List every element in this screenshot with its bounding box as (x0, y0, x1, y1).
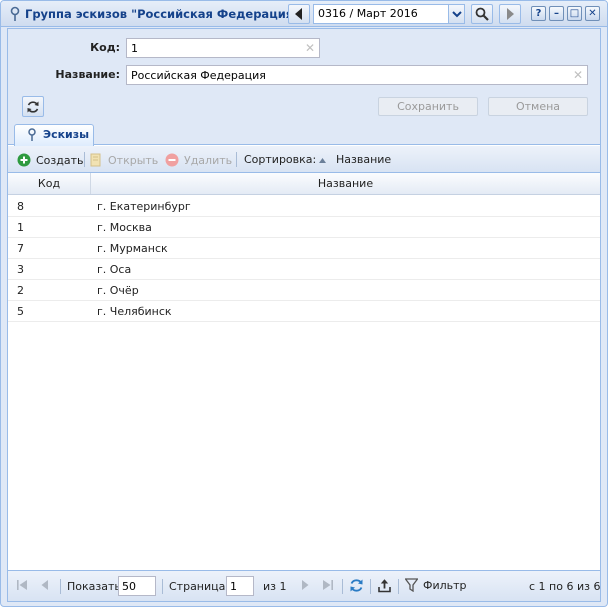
refresh-button[interactable] (22, 96, 44, 117)
tab-sketches-label: Эскизы (43, 128, 90, 141)
sort-field-label: Название (336, 153, 392, 166)
create-label: Создать (36, 153, 84, 167)
page-label: Страница (169, 580, 226, 593)
search-icon (475, 7, 489, 21)
table-row[interactable]: 8 г. Екатеринбург (8, 196, 600, 217)
cell-name: г. Челябинск (97, 305, 172, 318)
column-header-name[interactable]: Название (91, 173, 600, 194)
next-period-button[interactable] (499, 4, 521, 24)
cell-code: 7 (17, 242, 24, 255)
document-icon (90, 153, 101, 167)
name-label: Название: (55, 68, 120, 81)
delete-icon (165, 153, 179, 167)
pager-separator (398, 579, 399, 594)
name-field[interactable]: Российская Федерация ✕ (126, 65, 588, 85)
dialog-window: Группа эскизов "Российская Федерация" 03… (0, 0, 608, 607)
grid-toolbar: Создать Открыть Удалить Сортировка: Назв… (8, 146, 600, 173)
code-value: 1 (131, 42, 138, 55)
period-value: 0316 / Март 2016 (318, 7, 418, 20)
code-label: Код: (90, 41, 120, 54)
toolbar-separator (236, 152, 237, 167)
table-row[interactable]: 1 г. Москва (8, 217, 600, 238)
toolbar-separator (84, 152, 85, 167)
column-header-code[interactable]: Код (8, 173, 90, 194)
save-button[interactable]: Сохранить (378, 97, 478, 116)
title-bar[interactable]: Группа эскизов "Российская Федерация" 03… (1, 1, 607, 27)
sort-field-button[interactable]: Название (318, 153, 391, 166)
pager-separator (60, 579, 61, 594)
table-row[interactable]: 3 г. Оса (8, 259, 600, 280)
period-dropdown-trigger[interactable] (448, 5, 464, 23)
first-page-icon[interactable] (16, 579, 28, 591)
table-row[interactable]: 7 г. Мурманск (8, 238, 600, 259)
table-row[interactable]: 5 г. Челябинск (8, 301, 600, 322)
chevron-down-icon (452, 11, 462, 18)
grid-header: Код Название (8, 173, 600, 195)
sort-label: Сортировка: (244, 153, 317, 166)
cell-name: г. Мурманск (97, 242, 168, 255)
grid-body: 8 г. Екатеринбург 1 г. Москва 7 г. Мурма… (8, 196, 600, 566)
page-count-label: из 1 (263, 580, 287, 593)
page-size-value: 50 (122, 580, 136, 593)
arrow-left-icon (295, 8, 302, 20)
cell-name: г. Оса (97, 263, 132, 276)
cell-code: 1 (17, 221, 24, 234)
cell-code: 2 (17, 284, 24, 297)
open-button[interactable]: Открыть (89, 153, 158, 167)
table-row[interactable]: 2 г. Очёр (8, 280, 600, 301)
export-icon[interactable] (377, 578, 392, 593)
delete-button[interactable]: Удалить (165, 153, 232, 167)
minimize-button[interactable]: – (549, 6, 564, 21)
filter-button[interactable]: Фильтр (405, 578, 467, 592)
prev-page-icon[interactable] (40, 579, 50, 591)
refresh-icon[interactable] (349, 578, 364, 593)
pin-icon (28, 128, 36, 141)
close-button[interactable]: ✕ (585, 6, 600, 21)
search-period-button[interactable] (471, 4, 493, 24)
filter-label: Фильтр (423, 578, 467, 592)
paging-toolbar: Показать 50 Страница 1 из 1 Фильтр с 1 п… (8, 570, 600, 601)
filter-icon (405, 578, 418, 592)
page-size-label: Показать (67, 580, 121, 593)
tab-strip: Эскизы (8, 121, 600, 146)
last-page-icon[interactable] (322, 579, 334, 591)
clear-code-icon[interactable]: ✕ (305, 41, 315, 55)
clear-name-icon[interactable]: ✕ (573, 68, 583, 82)
open-label: Открыть (108, 153, 159, 167)
cell-code: 3 (17, 263, 24, 276)
tab-sketches[interactable]: Эскизы (14, 124, 94, 146)
cell-name: г. Екатеринбург (97, 200, 191, 213)
main-panel: Код: 1 ✕ Название: Российская Федерация … (7, 28, 601, 602)
page-size-input[interactable]: 50 (118, 576, 156, 596)
edit-form: Код: 1 ✕ Название: Российская Федерация … (8, 29, 600, 121)
maximize-button[interactable]: □ (567, 6, 582, 21)
prev-period-button[interactable] (288, 4, 310, 24)
page-number-input[interactable]: 1 (226, 576, 254, 596)
create-button[interactable]: Создать (17, 153, 84, 167)
add-icon (17, 153, 31, 167)
refresh-icon (27, 100, 39, 113)
pin-icon (10, 6, 20, 21)
cell-code: 8 (17, 200, 24, 213)
help-button[interactable]: ? (531, 6, 546, 21)
cancel-button[interactable]: Отмена (488, 97, 588, 116)
sort-asc-icon (319, 157, 326, 163)
period-select[interactable]: 0316 / Март 2016 (313, 4, 465, 24)
delete-label: Удалить (184, 153, 233, 167)
pager-separator (162, 579, 163, 594)
page-number-value: 1 (230, 580, 237, 593)
cell-name: г. Москва (97, 221, 152, 234)
code-field[interactable]: 1 ✕ (126, 38, 320, 58)
name-value: Российская Федерация (131, 69, 266, 82)
next-page-icon[interactable] (300, 579, 310, 591)
window-title: Группа эскизов "Российская Федерация" (25, 7, 300, 21)
cell-code: 5 (17, 305, 24, 318)
arrow-right-icon (507, 8, 514, 20)
cell-name: г. Очёр (97, 284, 139, 297)
pager-separator (342, 579, 343, 594)
pager-separator (370, 579, 371, 594)
record-range-text: с 1 по 6 из 6 (529, 580, 601, 593)
